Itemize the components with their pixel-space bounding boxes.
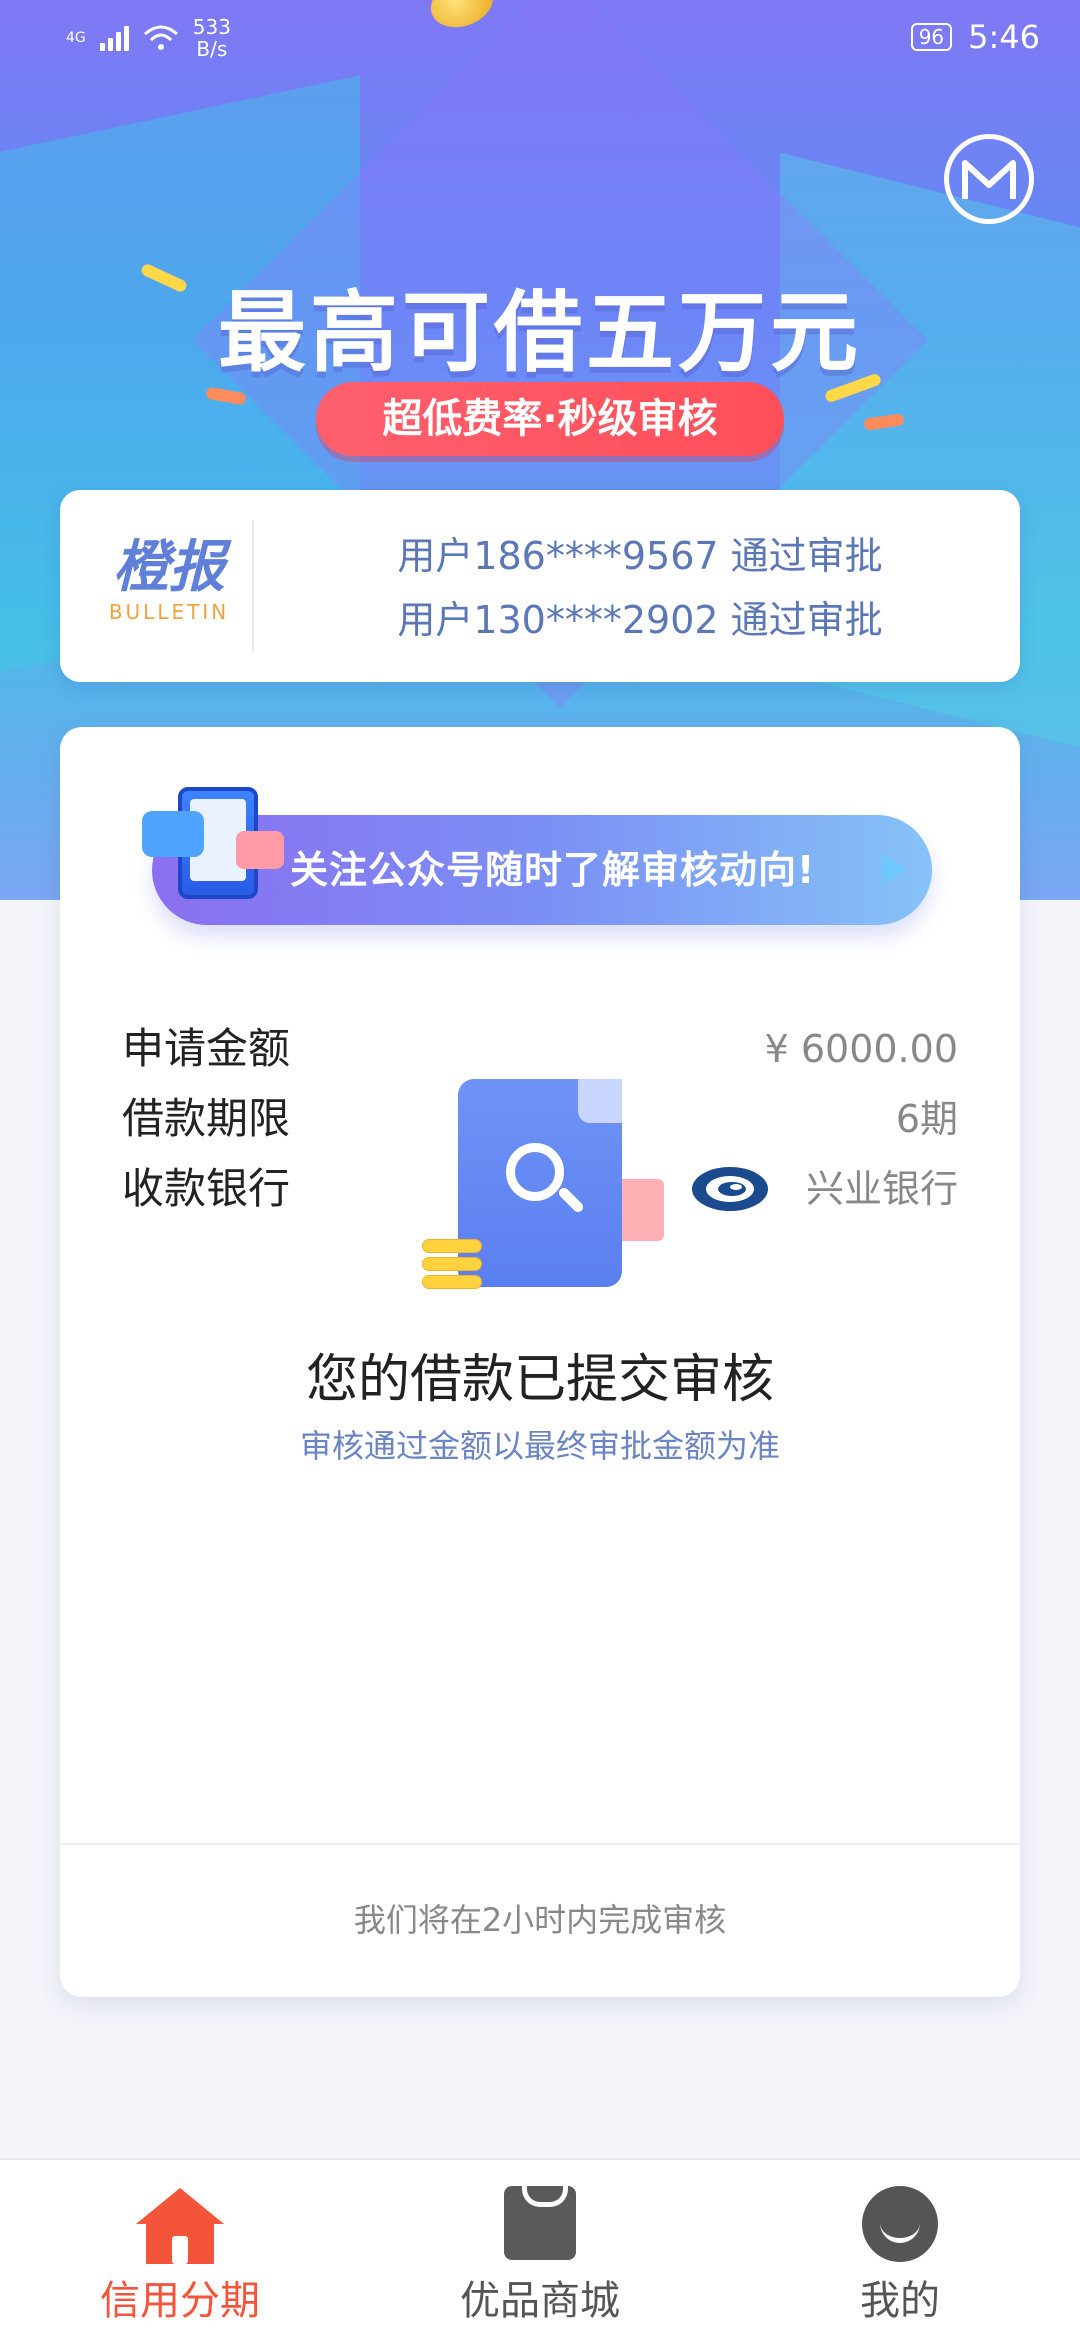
bulletin-line: 用户130****2902 通过审批	[397, 598, 883, 642]
review-time-note: 我们将在2小时内完成审核	[353, 1901, 727, 1939]
detail-label: 借款期限	[122, 1094, 291, 1143]
network-type: 4G	[66, 30, 86, 46]
detail-label: 收款银行	[122, 1164, 291, 1213]
status-bar: 4G 533 B/s 96 5:46	[0, 0, 1080, 80]
chat-bubble-icon	[142, 811, 204, 857]
loan-status-card: 关注公众号随时了解审核动向! 您的借款已提交审核 审核通过金额以最终审批金额为准…	[60, 727, 1020, 1997]
detail-value: 兴业银行	[805, 1167, 958, 1211]
tab-label: 信用分期	[100, 2278, 260, 2324]
clock: 5:46	[968, 18, 1040, 56]
home-icon	[136, 2188, 224, 2264]
signal-icon	[99, 25, 129, 51]
detail-row-amount: 申请金额 ¥ 6000.00	[122, 1019, 958, 1079]
detail-row-bank: 收款银行 兴业银行	[122, 1159, 958, 1219]
tab-mall[interactable]: 优品商城	[360, 2160, 720, 2340]
tab-me[interactable]: 我的	[720, 2160, 1080, 2340]
m-logo-icon	[962, 160, 1016, 199]
submitted-title: 您的借款已提交审核	[305, 1350, 774, 1410]
profile-icon	[862, 2186, 938, 2262]
divider	[252, 520, 254, 652]
bulletin-line: 用户186****9567 通过审批	[397, 534, 883, 578]
bulletin-brand-logo: 橙报 BULLETIN	[108, 535, 230, 625]
detail-label: 申请金额	[122, 1024, 291, 1073]
detail-value: 6期	[895, 1097, 958, 1141]
chat-bubble-icon	[236, 831, 284, 869]
follow-banner-text: 关注公众号随时了解审核动向!	[290, 848, 816, 892]
tab-label: 优品商城	[460, 2278, 620, 2324]
coins-icon	[422, 1235, 482, 1289]
tab-label: 我的	[860, 2278, 940, 2324]
battery-indicator: 96	[910, 23, 953, 51]
net-speed: 533 B/s	[192, 15, 231, 61]
play-arrow-icon	[882, 853, 906, 885]
submitted-hint: 审核通过金额以最终审批金额为准	[299, 1427, 780, 1465]
hero-tagline-pill: 超低费率·秒级审核	[316, 382, 784, 456]
bottom-nav: 信用分期 优品商城 我的	[0, 2158, 1080, 2340]
detail-row-term: 借款期限 6期	[122, 1089, 958, 1149]
bulletin-lines: 用户186****9567 通过审批 用户130****2902 通过审批	[280, 524, 1000, 652]
bank-logo-icon	[692, 1167, 768, 1211]
approval-bulletin: 橙报 BULLETIN 用户186****9567 通过审批 用户130****…	[60, 490, 1020, 682]
brand-m-logo-button[interactable]	[944, 134, 1034, 224]
detail-value: ¥ 6000.00	[764, 1027, 958, 1071]
tab-credit-installment[interactable]: 信用分期	[0, 2160, 360, 2340]
divider	[60, 1843, 1020, 1845]
wifi-icon	[143, 25, 178, 50]
shopping-bag-icon	[504, 2176, 576, 2260]
